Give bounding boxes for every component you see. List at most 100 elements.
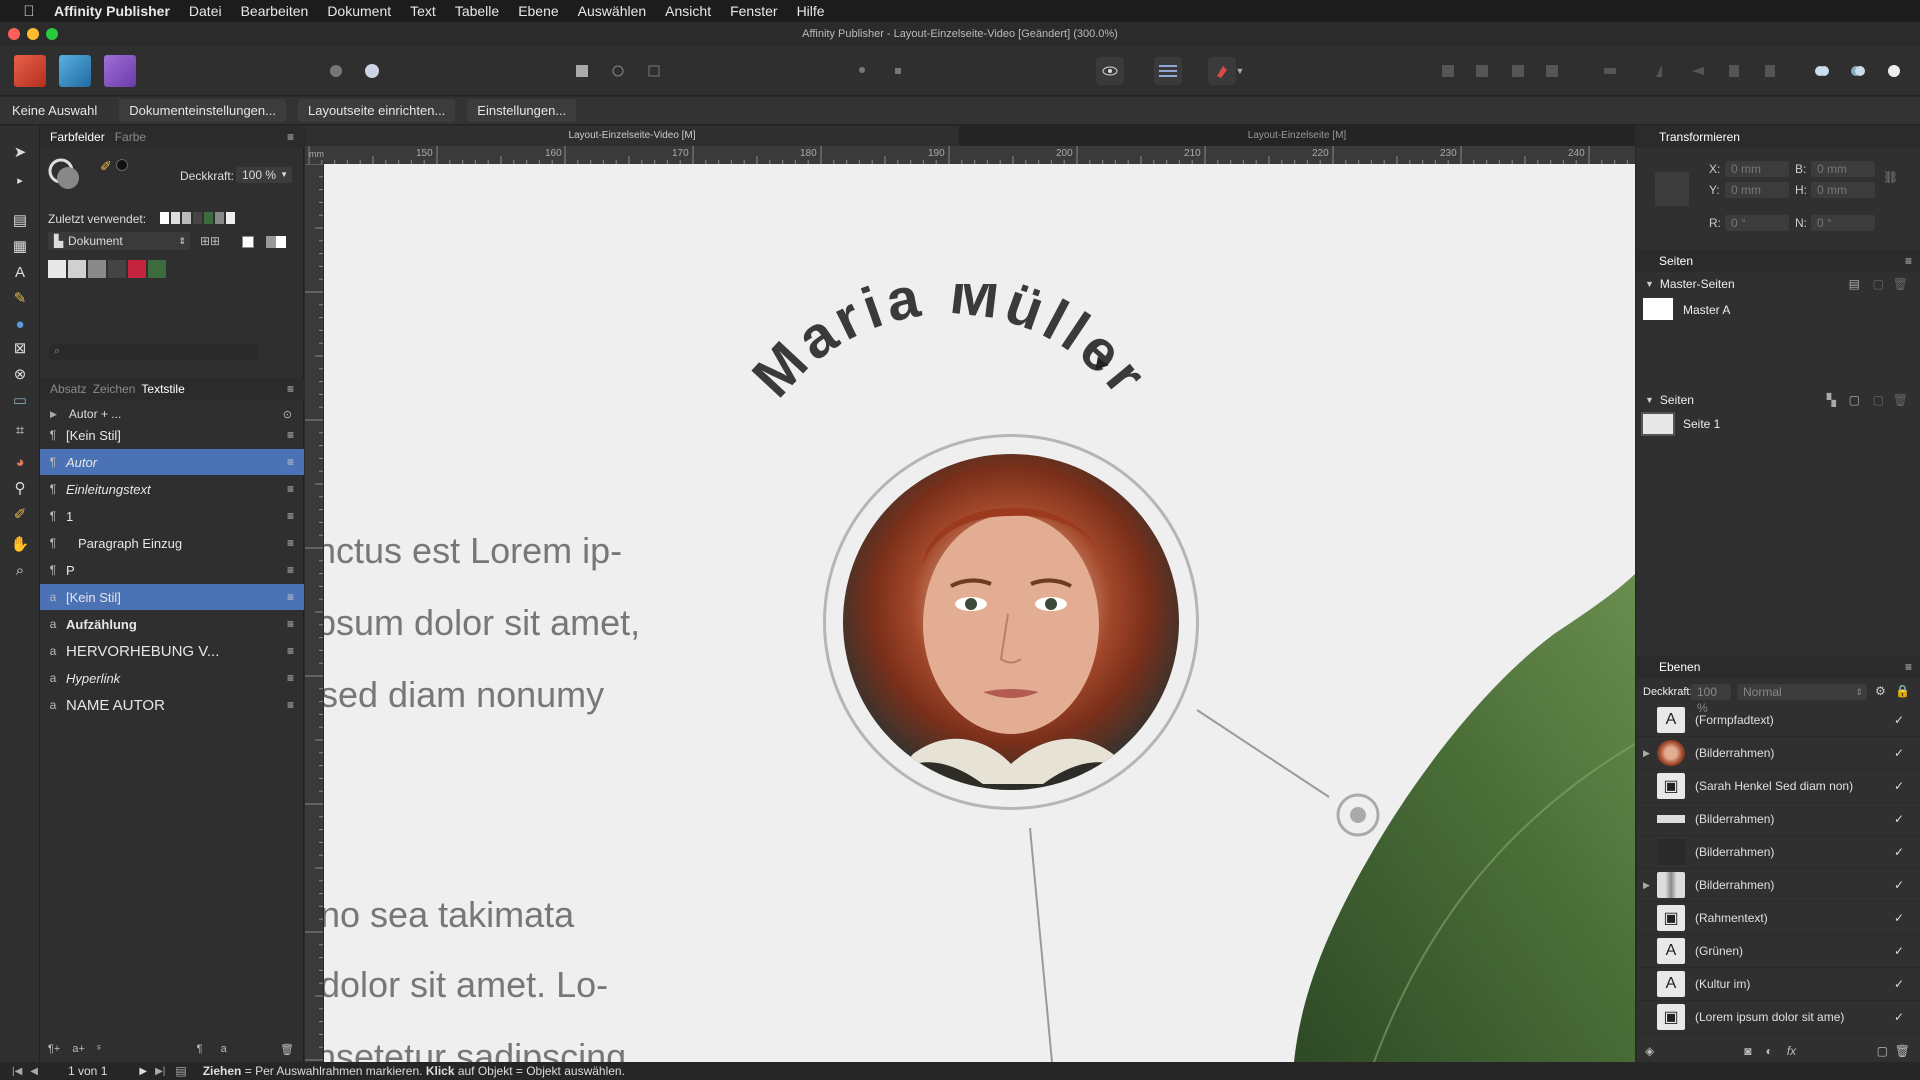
fill-tool-icon[interactable]: ⚲ (8, 476, 32, 500)
style-menu-icon[interactable]: ≡ (287, 455, 294, 469)
recent-swatch[interactable] (171, 212, 180, 224)
text-styles-menu-icon[interactable]: ≡ (287, 382, 294, 396)
menu-text[interactable]: Text (410, 3, 436, 19)
style-menu-icon[interactable]: ≡ (287, 644, 294, 658)
apple-menu-icon[interactable]:  (18, 0, 40, 22)
master-a-label[interactable]: Master A (1683, 303, 1730, 317)
arrange-backward-icon[interactable] (1468, 57, 1496, 85)
tab-character[interactable]: Zeichen (93, 382, 136, 396)
eyedropper-tool-icon[interactable]: ✐ (8, 502, 32, 526)
hide-show-icon[interactable] (1096, 57, 1124, 85)
swatch-search-input[interactable]: ⌕ (48, 344, 258, 360)
menu-dokument[interactable]: Dokument (327, 3, 391, 19)
curved-name-title[interactable]: Maria Müller (704, 284, 1264, 584)
style-menu-icon[interactable]: ≡ (287, 509, 294, 523)
clear-character-style-icon[interactable]: a (221, 1043, 227, 1055)
swatch-size-icon[interactable] (266, 236, 286, 248)
master-pages-section[interactable]: ▼ Master-Seiten ▤ ▢ 🗑 (1637, 274, 1920, 294)
menu-ansicht[interactable]: Ansicht (665, 3, 711, 19)
layout-page-setup-button[interactable]: Layoutseite einrichten... (297, 99, 456, 122)
layer-row[interactable]: A (Grünen) ✓ (1637, 935, 1920, 968)
recent-swatch[interactable] (215, 212, 224, 224)
rotate-left-icon[interactable] (1720, 57, 1748, 85)
layer-row[interactable]: ▣ (Sarah Henkel Sed diam non) ✓ (1637, 770, 1920, 803)
table-tool-icon[interactable]: ▦ (8, 234, 32, 258)
menu-bearbeiten[interactable]: Bearbeiten (241, 3, 309, 19)
layers-opacity-field[interactable]: 100 % (1691, 684, 1731, 715)
text-style-row[interactable]: ¶ P ≡ (40, 557, 304, 583)
zoom-window-button[interactable] (46, 28, 58, 40)
arrange-forward-icon[interactable] (1504, 57, 1532, 85)
opacity-field[interactable]: 100 % ▼ (236, 167, 292, 183)
page-1-label[interactable]: Seite 1 (1683, 417, 1720, 431)
frame-text-tool-icon[interactable]: ▤ (8, 208, 32, 232)
none-swatch-icon[interactable] (242, 236, 254, 248)
collapse-icon[interactable]: ▼ (1645, 395, 1654, 405)
artistic-text-tool-icon[interactable]: A (8, 260, 32, 284)
document-page[interactable]: nctus est Lorem ip- psum dolor sit amet,… (324, 164, 1635, 1062)
swatch-grid-view-icon[interactable]: ⊞⊞ (200, 234, 220, 248)
height-input[interactable]: 0 mm (1811, 182, 1875, 198)
layer-row[interactable]: ▶ (Bilderrahmen) ✓ (1637, 737, 1920, 770)
swatch[interactable] (108, 260, 126, 278)
color-picker-tool-icon[interactable]: ◕ (8, 450, 32, 474)
publisher-persona-icon[interactable] (14, 55, 46, 87)
swatch[interactable] (128, 260, 146, 278)
recent-swatch[interactable] (204, 212, 213, 224)
picture-frame-tool-icon[interactable]: ⊠ (8, 336, 32, 360)
collapse-icon[interactable]: ▼ (1645, 279, 1654, 289)
text-style-row[interactable]: ¶ Paragraph Einzug ≡ (40, 530, 304, 556)
rotation-input[interactable]: 0 ° (1725, 215, 1789, 231)
align-icon[interactable] (1596, 57, 1624, 85)
page-1-thumbnail[interactable] (1641, 412, 1675, 436)
new-group-style-icon[interactable]: ˢ (97, 1043, 101, 1055)
layer-row[interactable]: (Bilderrahmen) ✓ (1637, 836, 1920, 869)
last-page-icon[interactable]: ▶| (155, 1066, 165, 1077)
anchor-point-selector[interactable] (1655, 172, 1689, 206)
designer-persona-icon[interactable] (59, 55, 91, 87)
style-menu-icon[interactable]: ≡ (287, 698, 294, 712)
style-menu-icon[interactable]: ≡ (287, 590, 294, 604)
palette-select[interactable]: ▙ Dokument ⇕ (48, 232, 190, 250)
shear-input[interactable]: 0 ° (1811, 215, 1875, 231)
photo-persona-icon[interactable] (104, 55, 136, 87)
anchor-icon[interactable] (884, 57, 912, 85)
tab-paragraph[interactable]: Absatz (50, 382, 87, 396)
expand-preview-icon[interactable]: ▶ (50, 409, 57, 420)
delete-style-icon[interactable]: 🗑 (280, 1043, 294, 1056)
recent-swatch[interactable] (193, 212, 202, 224)
layer-visibility-checkbox[interactable]: ✓ (1894, 1010, 1904, 1024)
flip-vertical-icon[interactable] (1684, 57, 1712, 85)
swatch[interactable] (88, 260, 106, 278)
settings-button[interactable]: Einstellungen... (467, 99, 577, 122)
text-flow-icon[interactable] (1154, 57, 1182, 85)
layer-visibility-checkbox[interactable]: ✓ (1894, 944, 1904, 958)
swatches-panel-menu-icon[interactable]: ≡ (287, 130, 294, 144)
add-page-icon[interactable]: ▢ (1849, 393, 1860, 407)
rotate-right-icon[interactable] (1756, 57, 1784, 85)
layer-visibility-checkbox[interactable]: ✓ (1894, 977, 1904, 991)
layer-row[interactable]: ▣ (Lorem ipsum dolor sit ame) ✓ (1637, 1001, 1920, 1034)
layer-visibility-checkbox[interactable]: ✓ (1894, 911, 1904, 925)
fx-icon[interactable]: fx (1787, 1044, 1796, 1058)
new-character-style-icon[interactable]: a+ (72, 1043, 85, 1055)
layer-stack-icon[interactable]: ◈ (1645, 1044, 1654, 1058)
add-layer-icon[interactable]: ▢ (1877, 1044, 1888, 1058)
boolean-subtract-icon[interactable] (1844, 57, 1872, 85)
y-input[interactable]: 0 mm (1725, 182, 1789, 198)
text-style-row[interactable]: a Aufzählung ≡ (40, 611, 304, 637)
snapping-options-dropdown[interactable]: ▼ (1234, 57, 1246, 85)
style-preview-row[interactable]: ▶ Autor + ... ⊙ (40, 404, 304, 424)
adjustment-layer-icon[interactable]: ◐ (1765, 1044, 1772, 1058)
tab-document-single[interactable]: Layout-Einzelseite [M] (959, 126, 1635, 146)
first-page-icon[interactable]: |◀ (12, 1066, 22, 1077)
color-picker-icon[interactable]: ✐ (100, 158, 112, 175)
tab-text-styles[interactable]: Textstile (141, 382, 184, 396)
layer-row[interactable]: A (Kultur im) ✓ (1637, 968, 1920, 1001)
style-menu-icon[interactable]: ≡ (287, 536, 294, 550)
master-page-add-icon[interactable]: ▤ (1849, 277, 1860, 291)
close-window-button[interactable] (8, 28, 20, 40)
layer-row[interactable]: ▣ (Rahmentext) ✓ (1637, 902, 1920, 935)
recent-swatch[interactable] (182, 212, 191, 224)
style-menu-icon[interactable]: ≡ (287, 671, 294, 685)
